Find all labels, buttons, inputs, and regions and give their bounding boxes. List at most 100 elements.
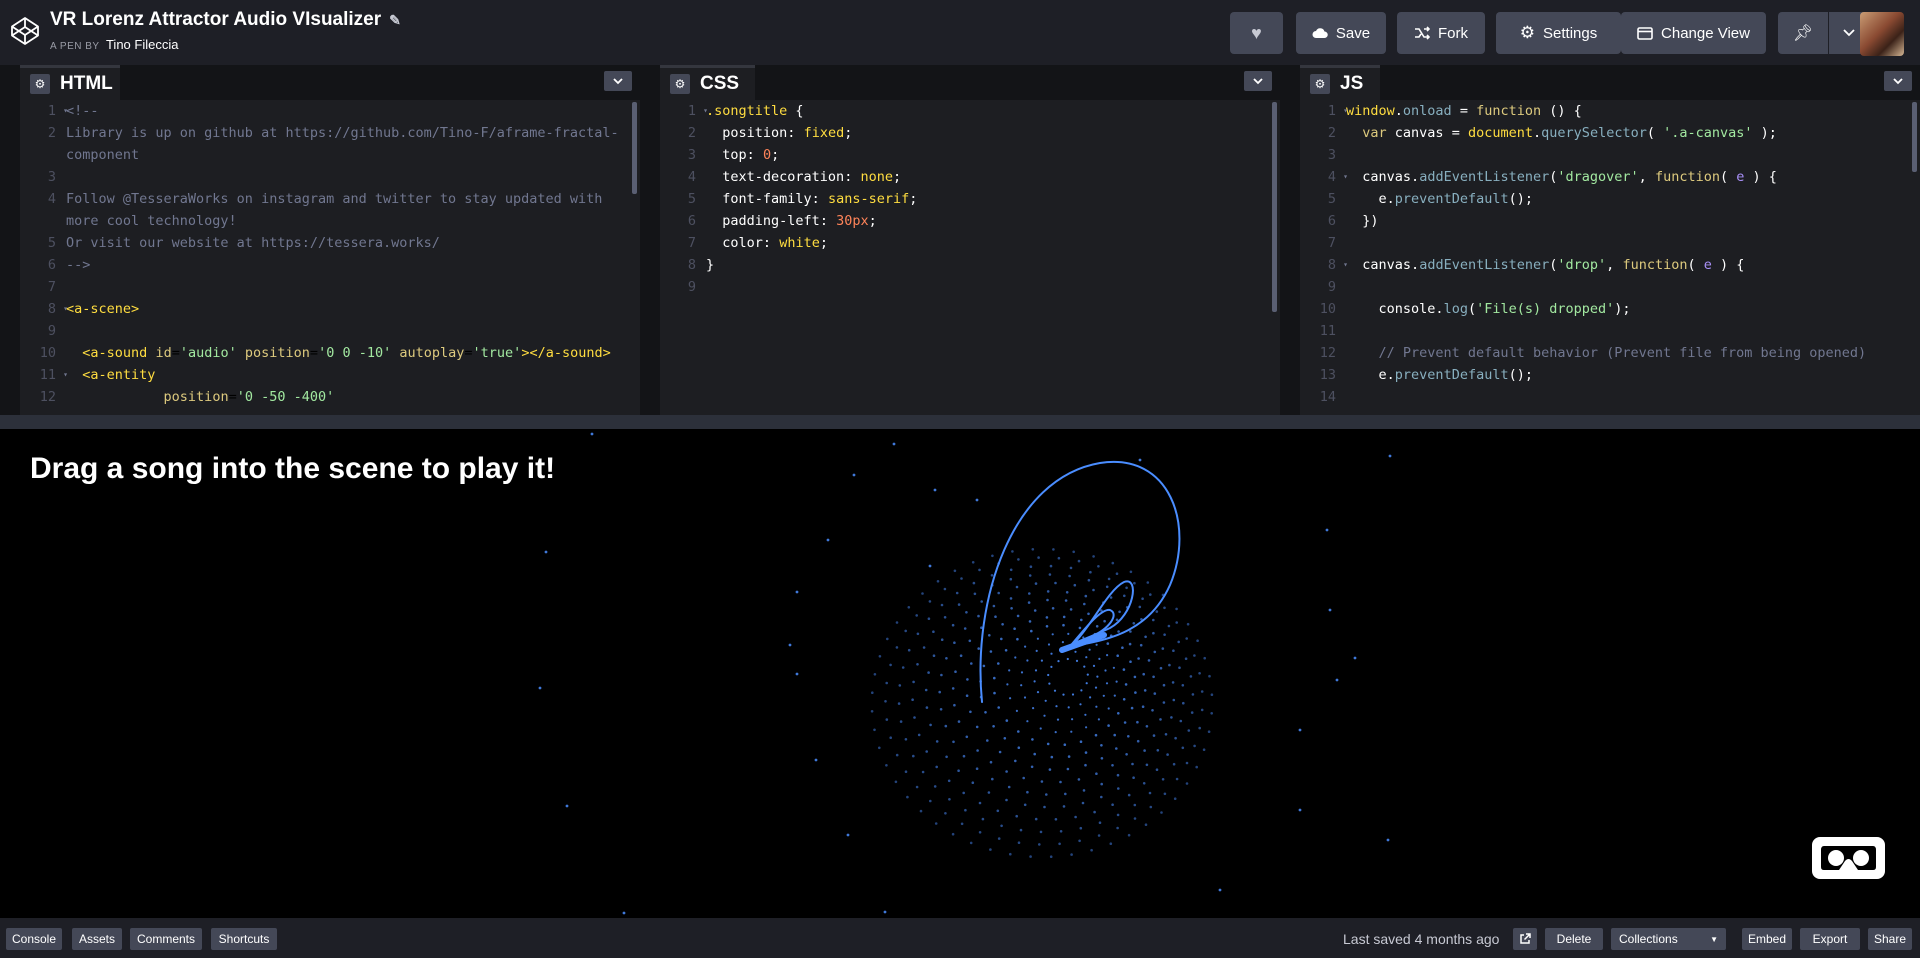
viz-dot	[1020, 671, 1024, 674]
code-line[interactable]: 2 var canvas = document.querySelector( '…	[1300, 122, 1920, 144]
css-editor-dropdown[interactable]	[1244, 71, 1272, 91]
viz-dot	[1117, 787, 1120, 790]
code-line[interactable]: 3	[1300, 144, 1920, 166]
line-number: 13	[1319, 367, 1336, 383]
viz-dot	[1045, 793, 1048, 796]
user-avatar[interactable]	[1860, 12, 1904, 56]
assets-button[interactable]: Assets	[72, 928, 122, 950]
code-line[interactable]: 6 })	[1300, 210, 1920, 232]
fold-arrow-icon[interactable]: ▾	[63, 364, 68, 386]
delete-button[interactable]: Delete	[1545, 928, 1603, 950]
code-line[interactable]: 9	[20, 320, 640, 342]
console-button[interactable]: Console	[6, 928, 62, 950]
viz-dot	[1193, 744, 1196, 748]
pencil-icon[interactable]: ✎	[389, 12, 401, 29]
code-line[interactable]: 9	[660, 276, 1280, 298]
js-editor-tab[interactable]: ⚙ JS	[1300, 65, 1380, 100]
preview-frame[interactable]: Drag a song into the scene to play it!	[0, 430, 1920, 918]
code-line[interactable]: 5 Or visit our website at https://tessera…	[20, 232, 640, 254]
code-line[interactable]: 10 <a-sound id='audio' position='0 0 -10…	[20, 342, 640, 364]
code-line[interactable]: 4 text-decoration: none;	[660, 166, 1280, 188]
code-line[interactable]: 7 color: white;	[660, 232, 1280, 254]
code-line[interactable]: 12 position='0 -50 -400'	[20, 386, 640, 408]
pen-title[interactable]: VR Lorenz Attractor Audio VIsualizer ✎	[50, 9, 401, 31]
fold-arrow-icon[interactable]: ▾	[1343, 166, 1348, 188]
code-line[interactable]: 1 ▾ window.onload = function () {	[1300, 100, 1920, 122]
html-editor-tab[interactable]: ⚙ HTML	[20, 65, 120, 100]
code-line[interactable]: 6 -->	[20, 254, 640, 276]
save-button[interactable]: Save	[1296, 12, 1386, 54]
viz-dot	[1046, 598, 1049, 602]
code-line[interactable]: 3	[20, 166, 640, 188]
code-line[interactable]: 5 e.preventDefault();	[1300, 188, 1920, 210]
fold-arrow-icon[interactable]: ▾	[1343, 100, 1348, 122]
code-line[interactable]: 4 Follow @TesseraWorks on instagram and t…	[20, 188, 640, 210]
code-line[interactable]: 11	[1300, 320, 1920, 342]
code-line[interactable]: 7	[20, 276, 640, 298]
code-line[interactable]: 2 position: fixed;	[660, 122, 1280, 144]
code-line[interactable]: 1 ▾ .songtitle {	[660, 100, 1280, 122]
settings-button[interactable]: ⚙ Settings	[1496, 12, 1621, 54]
codepen-logo-icon[interactable]	[9, 15, 41, 47]
viz-dot	[1090, 848, 1093, 852]
code-line[interactable]: 8 ▾ canvas.addEventListener('drop', funct…	[1300, 254, 1920, 276]
code-line[interactable]: 6 padding-left: 30px;	[660, 210, 1280, 232]
viz-dot	[1028, 620, 1032, 623]
viz-dot	[1104, 669, 1107, 672]
fold-arrow-icon[interactable]: ▾	[1343, 254, 1348, 276]
viz-dot	[885, 681, 888, 685]
like-button[interactable]: ♥	[1230, 12, 1283, 54]
share-button[interactable]: Share	[1868, 928, 1912, 950]
shortcuts-button[interactable]: Shortcuts	[211, 928, 277, 950]
code-line[interactable]: 2 Library is up on github at https://gith…	[20, 122, 640, 144]
code-line[interactable]: 1 ▾ <!--	[20, 100, 640, 122]
code-line[interactable]: 5 font-family: sans-serif;	[660, 188, 1280, 210]
css-settings-gear-icon[interactable]: ⚙	[670, 74, 690, 94]
pin-button[interactable]: 📌︎	[1778, 12, 1828, 54]
html-editor-scrollbar[interactable]	[632, 102, 637, 194]
code-line[interactable]: 10 console.log('File(s) dropped');	[1300, 298, 1920, 320]
editor-resize-handle[interactable]	[0, 415, 1920, 430]
code-line[interactable]: 12 // Prevent default behavior (Prevent …	[1300, 342, 1920, 364]
css-code[interactable]: 1 ▾ .songtitle {2 position: fixed; 3 top: 0…	[660, 100, 1280, 415]
embed-button[interactable]: Embed	[1742, 928, 1792, 950]
vr-mode-button[interactable]	[1812, 837, 1885, 879]
viz-dot	[1084, 751, 1088, 754]
js-editor-scrollbar[interactable]	[1912, 102, 1917, 172]
open-external-button[interactable]	[1513, 928, 1537, 950]
fold-arrow-icon[interactable]: ▾	[703, 100, 708, 122]
viz-dot	[1184, 657, 1188, 660]
viz-dot	[1084, 594, 1088, 598]
viz-dot	[1074, 815, 1077, 819]
code-line[interactable]: 7	[1300, 232, 1920, 254]
fold-arrow-icon[interactable]: ▾	[63, 100, 68, 122]
code-line[interactable]: 13 e.preventDefault();	[1300, 364, 1920, 386]
code-line[interactable]: 14	[1300, 386, 1920, 408]
viz-dot	[973, 592, 977, 596]
author-link[interactable]: Tino Fileccia	[106, 37, 178, 52]
fold-arrow-icon[interactable]: ▾	[63, 298, 68, 320]
export-button[interactable]: Export	[1800, 928, 1860, 950]
js-settings-gear-icon[interactable]: ⚙	[1310, 74, 1330, 94]
change-view-button[interactable]: Change View	[1621, 12, 1766, 54]
js-code[interactable]: 1 ▾ window.onload = function () {2 var can…	[1300, 100, 1920, 415]
css-editor-scrollbar[interactable]	[1272, 102, 1277, 312]
code-line[interactable]: 8 ▾ <a-scene>	[20, 298, 640, 320]
code-line[interactable]: 8}	[660, 254, 1280, 276]
comments-button[interactable]: Comments	[130, 928, 202, 950]
collections-dropdown[interactable]: Collections ▼	[1611, 928, 1726, 950]
html-editor-dropdown[interactable]	[604, 71, 632, 91]
viz-dot	[1136, 739, 1140, 743]
code-line[interactable]: component	[20, 144, 640, 166]
js-editor-dropdown[interactable]	[1884, 71, 1912, 91]
css-editor-tab[interactable]: ⚙ CSS	[660, 65, 755, 100]
fork-button[interactable]: Fork	[1397, 12, 1485, 54]
code-line[interactable]: 9	[1300, 276, 1920, 298]
code-line[interactable]: 11 ▾ <a-entity	[20, 364, 640, 386]
viz-dot	[1125, 753, 1128, 756]
code-line[interactable]: 3 top: 0;	[660, 144, 1280, 166]
code-line[interactable]: more cool technology!	[20, 210, 640, 232]
html-code[interactable]: 1 ▾ <!-- 2 Library is up on github at https:…	[20, 100, 640, 415]
html-settings-gear-icon[interactable]: ⚙	[30, 74, 50, 94]
code-line[interactable]: 4 ▾ canvas.addEventListener('dragover', f…	[1300, 166, 1920, 188]
